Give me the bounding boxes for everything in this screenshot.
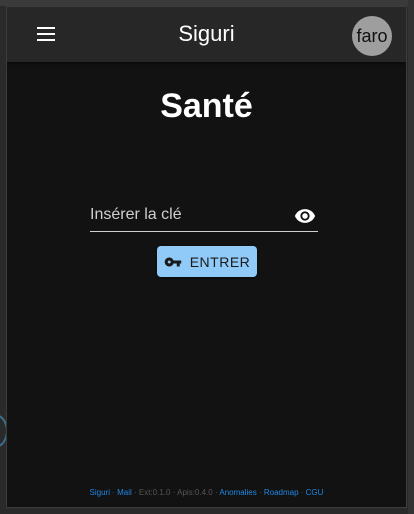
footer-link-roadmap[interactable]: Roadmap [264, 488, 299, 497]
footer-link-anomalies[interactable]: Anomalies [219, 488, 256, 497]
extension-popup: Siguri faro Santé ENTRER Siguri · Mail ·… [6, 6, 407, 508]
avatar[interactable]: faro [352, 16, 392, 56]
footer-link-siguri[interactable]: Siguri [90, 488, 110, 497]
footer-separator: · [256, 488, 264, 497]
toggle-visibility-button[interactable] [292, 205, 318, 227]
background-page-edge [408, 0, 414, 514]
footer-ext-version: Ext:0.1.0 [138, 488, 171, 497]
footer-link-cgu[interactable]: CGU [306, 488, 324, 497]
enter-button-label: ENTRER [189, 253, 251, 270]
footer-separator: · [131, 488, 139, 497]
key-input[interactable] [90, 201, 280, 229]
app-bar: Siguri faro [7, 7, 406, 62]
footer-apis-version: Apis:0.4.0 [177, 488, 213, 497]
enter-button[interactable]: ENTRER [157, 246, 257, 277]
page-title: Santé [160, 87, 253, 125]
footer-separator: · [298, 488, 306, 497]
footer: Siguri · Mail · Ext:0.1.0 · Apis:0.4.0 ·… [7, 488, 406, 497]
eye-icon [294, 209, 316, 223]
app-title: Siguri [178, 21, 235, 46]
footer-link-mail[interactable]: Mail [117, 488, 132, 497]
key-field [90, 201, 318, 232]
key-icon [164, 257, 181, 266]
